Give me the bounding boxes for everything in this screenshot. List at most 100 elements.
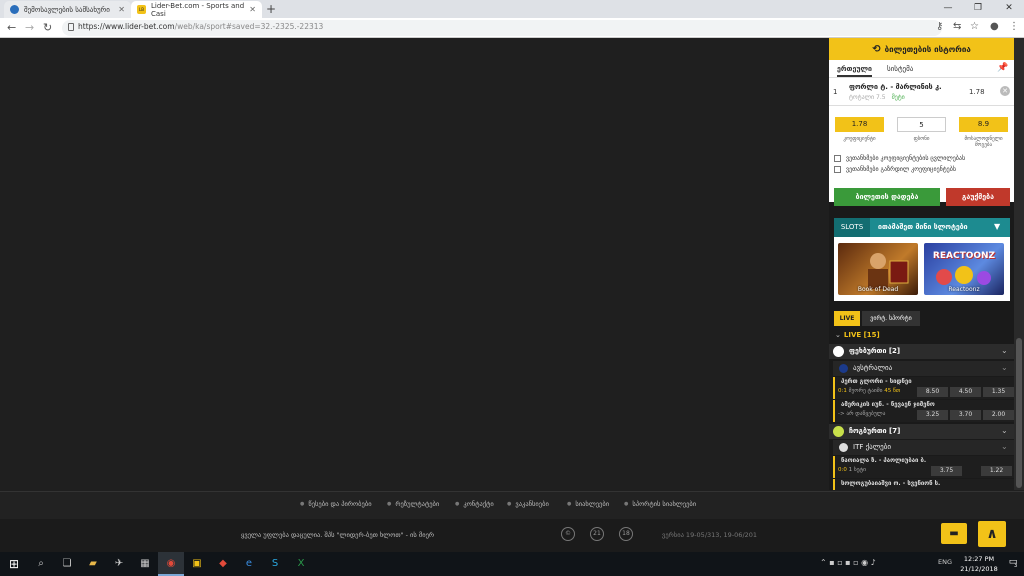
window-close-icon[interactable]: ✕	[994, 0, 1024, 18]
menu-icon[interactable]: ⋮	[1009, 21, 1019, 32]
ticket-history-label: ბილეთების ისტორია	[884, 44, 971, 54]
odd-button[interactable]: 8.50	[917, 387, 948, 397]
match-row[interactable]: ნაოიალა ზ. - პაოლიუბაი ბ. 0:0 1 სეტი 3.7…	[833, 456, 1014, 478]
odd-button[interactable]: 3.70	[950, 410, 981, 420]
restore-icon[interactable]: ❐	[963, 0, 993, 18]
match-row[interactable]: პერთ გლორი - სიდნეი 0:1 მეორე ტაიმი 45 წ…	[833, 377, 1014, 399]
close-tab-icon[interactable]: ✕	[249, 5, 256, 14]
footer-link-sport-news[interactable]: სპორტის სიახლეები	[624, 500, 696, 508]
key-icon[interactable]: ⚷	[936, 21, 943, 32]
country-australia[interactable]: ავსტრალია ⌄	[833, 361, 1014, 376]
caret-down-icon[interactable]: ▼	[994, 222, 1000, 231]
close-tab-icon[interactable]: ✕	[118, 5, 125, 14]
ticket-history-button[interactable]: ⟲ ბილეთების ისტორია	[829, 38, 1014, 60]
checkbox-box[interactable]	[834, 155, 841, 162]
country-label: ავსტრალია	[853, 364, 893, 372]
windows-start-icon[interactable]: ⊞	[0, 552, 28, 576]
chrome-icon[interactable]: ◉	[158, 552, 184, 576]
tab-system[interactable]: სისტემა	[887, 65, 913, 73]
network-app-icon[interactable]: ✈	[106, 552, 132, 576]
arrow-up-icon[interactable]: ∧	[978, 521, 1006, 547]
footer-link-news[interactable]: სიახლეები	[567, 500, 609, 508]
stake-label: ფსონი	[913, 136, 930, 142]
coef-label: კოეფიციენტი	[843, 136, 876, 142]
account-icon[interactable]: ●	[990, 21, 999, 32]
sticky-app-icon[interactable]: ▣	[184, 552, 210, 576]
browser-tab-liderbet[interactable]: LB Lider-Bet.com - Sports and Casi ✕	[131, 1, 262, 18]
chevron-down-icon[interactable]: ⌄	[1001, 346, 1008, 355]
skype-icon[interactable]: S	[262, 552, 288, 576]
scrollbar-thumb[interactable]	[1016, 338, 1022, 488]
checkbox-box[interactable]	[834, 166, 841, 173]
address-bar-row: ← → ↻ https://www.lider-bet.com/web/ka/s…	[0, 18, 1024, 38]
excel-icon[interactable]: X	[288, 552, 314, 576]
match-name: ნაოიალა ზ. - პაოლიუბაი ბ.	[841, 457, 927, 464]
footer-link-vacancies[interactable]: ვაკანსიები	[507, 500, 548, 508]
reload-icon[interactable]: ↻	[43, 21, 52, 34]
sport-football[interactable]: ფეხბურთი [2] ⌄	[829, 344, 1014, 359]
sport-tennis[interactable]: ჩოგბურთი [7] ⌄	[829, 424, 1014, 439]
chevron-down-icon[interactable]: ⌄	[1001, 426, 1008, 435]
history-icon: ⟲	[872, 43, 881, 55]
browser-tab-revenue[interactable]: შემოსავლების სამსახური ✕	[4, 1, 131, 18]
odd-button[interactable]: 2.00	[983, 410, 1014, 420]
footer-links: წესები და პირობები რეზულტატები კონტაქტი …	[0, 491, 1024, 519]
file-explorer-icon[interactable]: ▰	[80, 552, 106, 576]
country-itf-women[interactable]: ITF ქალები ⌄	[833, 440, 1014, 455]
url-input[interactable]: https://www.lider-bet.com/web/ka/sport#s…	[62, 20, 942, 36]
odd-button[interactable]: 1.22	[981, 466, 1012, 476]
odd-button[interactable]: 3.25	[917, 410, 948, 420]
cancel-bet-button[interactable]: გაუქმება	[946, 188, 1010, 206]
notifications-icon[interactable]: ▭ 3	[1006, 557, 1020, 571]
footer-link-terms[interactable]: წესები და პირობები	[300, 500, 371, 508]
slots-header[interactable]: SLOTS ითამაშეთ მინი სლოტები ▼	[834, 218, 1010, 237]
place-bet-button[interactable]: ბილეთის დადება	[834, 188, 940, 206]
match-name: სოლოგუბაიაშვი ო. - სვენიონ ს.	[841, 480, 941, 487]
tab-single[interactable]: ერთეული	[837, 65, 872, 77]
task-view-icon[interactable]: ❏	[54, 552, 80, 576]
clock[interactable]: 12:27 PM 21/12/2018	[958, 554, 1000, 574]
sport-label: ჩოგბურთი [7]	[849, 427, 901, 435]
footer-bottom: ყველა უფლება დაცულია. შპს "ლიდერ-ბეთ ხლო…	[0, 519, 1024, 552]
match-info: 0:1 მეორე ტაიმი 45 წთ	[838, 388, 901, 394]
country-label: ITF ქალები	[853, 443, 891, 451]
tab-virtual-sports[interactable]: ვირტ. სპორტი	[862, 311, 920, 326]
footer-link-results[interactable]: რეზულტატები	[387, 500, 439, 508]
translate-icon[interactable]: ⇆	[953, 21, 961, 32]
language-indicator[interactable]: ENG	[938, 558, 952, 566]
tab-live[interactable]: LIVE	[834, 311, 860, 326]
calculator-icon[interactable]: ▦	[132, 552, 158, 576]
forward-icon[interactable]: →	[25, 21, 34, 34]
accept-higher-odds-checkbox[interactable]: ვეთანხმები გაზრდილ კოეფიციენტებს	[834, 166, 956, 173]
match-row[interactable]: სოლოგუბაიაშვი ო. - სვენიონ ს.	[833, 479, 1014, 490]
tab-title: Lider-Bet.com - Sports and Casi	[151, 1, 245, 18]
windows-taskbar: ⊞ ⌕ ❏ ▰ ✈ ▦ ◉ ▣ ◆ e S X ⌃ ▪ ▫ ▪ ▫ ◉ ♪ EN…	[0, 552, 1024, 576]
odd-button[interactable]: 1.35	[983, 387, 1014, 397]
star-icon[interactable]: ☆	[970, 21, 979, 32]
odd-button[interactable]: 3.75	[931, 466, 962, 476]
accept-odds-change-checkbox[interactable]: ვეთანხმები კოეფიციენტების ცვლილებას	[834, 155, 965, 162]
chat-icon[interactable]: ▬	[941, 523, 967, 544]
match-row[interactable]: ამერიკის იუნ. - ნევაენ ჯიმენო -> არ დაწყ…	[833, 400, 1014, 422]
edge-icon[interactable]: e	[236, 552, 262, 576]
game-book-of-dead[interactable]: Book of Dead	[838, 243, 918, 295]
chevron-down-icon[interactable]: ⌄	[1001, 363, 1008, 372]
browser-tab-strip: შემოსავლების სამსახური ✕ LB Lider-Bet.co…	[0, 0, 1024, 18]
liderbet-favicon-icon: LB	[137, 5, 146, 14]
red-app-icon[interactable]: ◆	[210, 552, 236, 576]
australia-flag-icon	[839, 364, 848, 373]
chevron-down-icon[interactable]: ⌄	[1001, 442, 1008, 451]
page-scrollbar[interactable]	[1014, 38, 1024, 490]
odd-button[interactable]: 4.50	[950, 387, 981, 397]
game-reactoonz[interactable]: REACTOONZ Reactoonz	[924, 243, 1004, 295]
tray-icons[interactable]: ⌃ ▪ ▫ ▪ ▫ ◉ ♪	[820, 558, 876, 567]
pin-icon[interactable]: 📌	[997, 63, 1008, 73]
remove-bet-icon[interactable]: ✕	[1000, 86, 1010, 96]
live-count[interactable]: ⌄ LIVE [15]	[835, 331, 880, 339]
search-icon[interactable]: ⌕	[28, 552, 54, 576]
new-tab-button[interactable]: +	[266, 2, 276, 16]
back-icon[interactable]: ←	[7, 21, 16, 34]
stake-input[interactable]: 5	[897, 117, 946, 132]
minimize-icon[interactable]: —	[933, 0, 963, 18]
footer-link-contact[interactable]: კონტაქტი	[455, 500, 493, 508]
